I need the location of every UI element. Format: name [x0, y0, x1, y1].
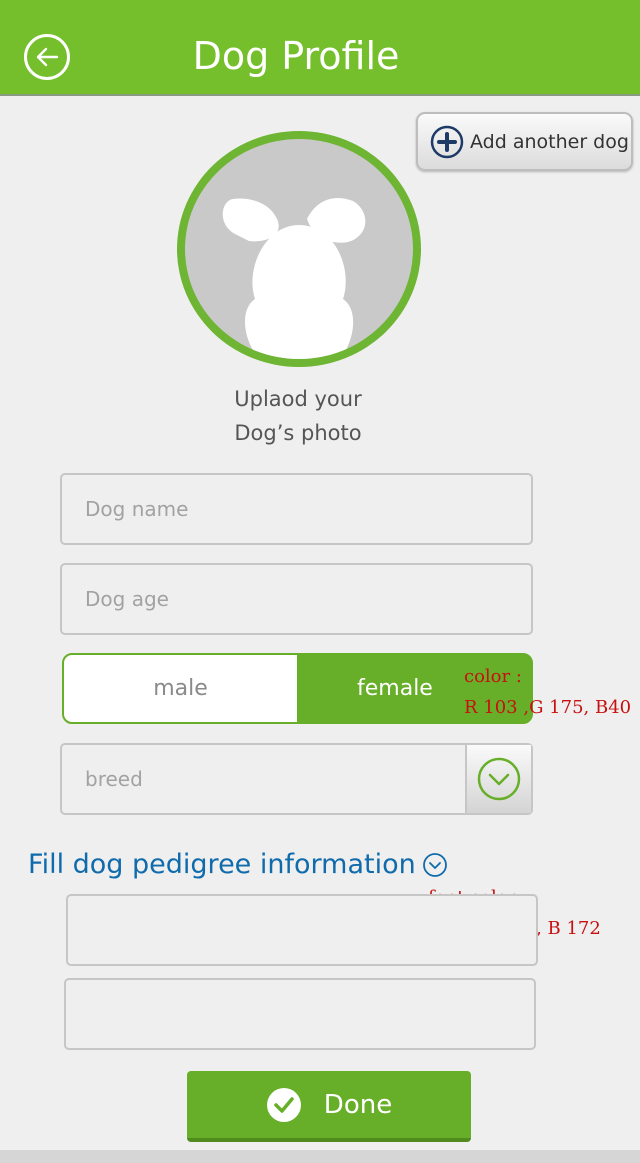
pedigree-input-2[interactable]	[64, 978, 536, 1050]
check-circle-icon	[266, 1087, 301, 1122]
breed-placeholder: breed	[85, 767, 143, 791]
done-button[interactable]: Done	[187, 1071, 471, 1142]
add-another-dog-button[interactable]: Add another dog	[416, 112, 633, 171]
dog-age-placeholder: Dog age	[85, 587, 169, 611]
photo-caption-line1: Uplaod your	[234, 387, 362, 411]
gender-color-note-value: R 103 ,G 175, B40	[464, 697, 632, 718]
gender-color-note: color : R 103 ,G 175, B40	[464, 661, 631, 723]
breed-select[interactable]: breed	[60, 743, 533, 815]
app-header: Dog Profile	[0, 0, 640, 96]
pedigree-label: Fill dog pedigree information	[28, 849, 416, 880]
gender-toggle[interactable]: male female	[62, 653, 533, 724]
photo-caption: Uplaod your Dog’s photo	[170, 382, 426, 450]
dog-name-placeholder: Dog name	[85, 497, 189, 521]
plus-circle-icon	[430, 125, 464, 158]
bottom-bar	[0, 1150, 640, 1163]
page-title: Dog Profile	[192, 34, 400, 78]
pedigree-toggle-link[interactable]: Fill dog pedigree information	[28, 846, 448, 884]
chevron-down-circle-icon	[422, 853, 447, 877]
dog-name-input[interactable]: Dog name	[60, 473, 533, 545]
dog-silhouette-icon	[222, 198, 366, 359]
gender-color-note-title: color :	[464, 666, 522, 687]
dog-age-input[interactable]: Dog age	[60, 563, 533, 635]
chevron-down-circle-icon	[477, 757, 521, 801]
dog-photo-upload[interactable]	[177, 131, 421, 367]
add-another-dog-label: Add another dog	[470, 130, 629, 153]
photo-caption-line2: Dog’s photo	[234, 421, 362, 445]
breed-dropdown-button[interactable]	[465, 745, 531, 813]
pedigree-input-1[interactable]	[66, 894, 538, 966]
gender-male-option[interactable]: male	[64, 655, 297, 722]
done-label: Done	[323, 1089, 393, 1120]
